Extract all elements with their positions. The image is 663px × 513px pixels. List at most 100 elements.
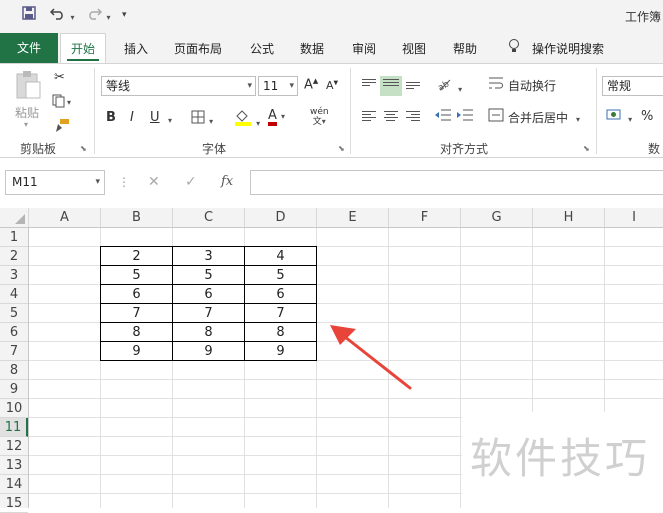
cell-c5[interactable]: 7	[172, 303, 245, 323]
customize-arrow-icon[interactable]: ▾	[122, 10, 127, 20]
cell-d2[interactable]: 4	[244, 246, 317, 266]
row-header[interactable]: 9	[0, 380, 28, 399]
align-right-icon[interactable]	[406, 111, 420, 123]
row-header[interactable]: 3	[0, 266, 28, 285]
alignment-launcher-icon[interactable]: ⬊	[583, 144, 590, 153]
font-color-icon[interactable]: A ▾	[268, 108, 285, 126]
number-format-combo[interactable]: 常规	[602, 76, 663, 96]
cell-b3[interactable]: 5	[100, 265, 173, 285]
redo-icon[interactable]: ▾	[86, 6, 110, 24]
merge-center-icon[interactable]	[488, 108, 504, 126]
wrap-text-button[interactable]: 自动换行	[508, 77, 556, 94]
increase-font-icon[interactable]: A▲	[304, 77, 318, 92]
column-header-g[interactable]: G	[461, 208, 533, 227]
italic-button[interactable]: I	[130, 110, 134, 125]
name-box[interactable]: M11 ▾	[5, 170, 105, 195]
format-painter-icon[interactable]	[54, 118, 70, 136]
align-center-icon[interactable]	[384, 111, 398, 123]
cell-b6[interactable]: 8	[100, 322, 173, 342]
column-header-b[interactable]: B	[101, 208, 173, 227]
phonetic-guide-icon[interactable]: wén 文▾	[310, 108, 329, 127]
paste-button[interactable]: 粘贴	[15, 104, 39, 121]
column-header-f[interactable]: F	[389, 208, 461, 227]
underline-button[interactable]: U	[150, 110, 160, 125]
column-header-c[interactable]: C	[173, 208, 245, 227]
row-header[interactable]: 14	[0, 475, 28, 494]
merge-dropdown-icon[interactable]: ▾	[576, 111, 580, 126]
tell-me-search[interactable]: 操作说明搜索	[532, 40, 604, 57]
cell-c4[interactable]: 6	[172, 284, 245, 304]
row-header[interactable]: 15	[0, 494, 28, 513]
cell-d4[interactable]: 6	[244, 284, 317, 304]
undo-icon[interactable]: ▾	[49, 6, 74, 24]
decrease-indent-icon[interactable]	[434, 108, 452, 126]
tab-home[interactable]: 开始	[60, 33, 106, 63]
align-left-icon[interactable]	[362, 111, 376, 123]
row-header[interactable]: 1	[0, 228, 28, 247]
paste-icon[interactable]	[14, 70, 42, 104]
row-header[interactable]: 7	[0, 342, 28, 361]
underline-dropdown-icon[interactable]: ▾	[168, 112, 172, 127]
align-middle-icon[interactable]	[380, 76, 402, 96]
row-header[interactable]: 6	[0, 323, 28, 342]
row-header[interactable]: 2	[0, 247, 28, 266]
cell-b5[interactable]: 7	[100, 303, 173, 323]
row-header[interactable]: 13	[0, 456, 28, 475]
tab-formulas[interactable]: 公式	[250, 40, 274, 57]
row-header[interactable]: 4	[0, 285, 28, 304]
cell-c2[interactable]: 3	[172, 246, 245, 266]
select-all-corner[interactable]	[0, 208, 29, 227]
percent-button[interactable]: %	[641, 109, 653, 124]
cell-d5[interactable]: 7	[244, 303, 317, 323]
fill-color-icon[interactable]: ▾	[234, 108, 260, 130]
cell-b7[interactable]: 9	[100, 341, 173, 361]
column-header-i[interactable]: I	[605, 208, 663, 227]
cell-d7[interactable]: 9	[244, 341, 317, 361]
paste-dropdown-icon[interactable]: ▾	[24, 120, 28, 129]
row-header-active[interactable]: 11	[0, 418, 28, 437]
column-header-h[interactable]: H	[533, 208, 605, 227]
enter-icon[interactable]: ✓	[185, 174, 197, 190]
tab-insert[interactable]: 插入	[124, 40, 148, 57]
font-name-combo[interactable]: 等线 ▾	[101, 76, 256, 96]
cell-b4[interactable]: 6	[100, 284, 173, 304]
accounting-format-icon[interactable]: ▾	[606, 108, 632, 126]
increase-indent-icon[interactable]	[456, 108, 474, 126]
row-header[interactable]: 8	[0, 361, 28, 380]
borders-icon[interactable]: ▾	[191, 110, 213, 128]
cell-b2[interactable]: 2	[100, 246, 173, 266]
align-bottom-icon[interactable]	[406, 82, 420, 94]
tab-data[interactable]: 数据	[300, 40, 324, 57]
tab-review[interactable]: 审阅	[352, 40, 376, 57]
row-header[interactable]: 12	[0, 437, 28, 456]
merge-center-button[interactable]: 合并后居中	[508, 109, 568, 126]
cell-c3[interactable]: 5	[172, 265, 245, 285]
formula-input[interactable]	[250, 170, 663, 195]
column-header-a[interactable]: A	[29, 208, 101, 227]
tab-view[interactable]: 视图	[402, 40, 426, 57]
clipboard-launcher-icon[interactable]: ⬊	[80, 144, 87, 153]
cell-c7[interactable]: 9	[172, 341, 245, 361]
bold-button[interactable]: B	[106, 110, 116, 125]
cell-d6[interactable]: 8	[244, 322, 317, 342]
wrap-text-icon[interactable]	[488, 76, 504, 94]
insert-function-button[interactable]: fx	[221, 174, 233, 189]
cut-icon[interactable]: ✂	[54, 70, 65, 85]
save-icon[interactable]	[22, 6, 36, 24]
align-top-icon[interactable]	[362, 79, 376, 91]
cell-c6[interactable]: 8	[172, 322, 245, 342]
column-header-d[interactable]: D	[245, 208, 317, 227]
row-header[interactable]: 10	[0, 399, 28, 418]
column-header-e[interactable]: E	[317, 208, 389, 227]
decrease-font-icon[interactable]: A▼	[326, 79, 338, 92]
cell-d3[interactable]: 5	[244, 265, 317, 285]
cancel-icon[interactable]: ✕	[148, 174, 160, 190]
chevron-down-icon[interactable]: ▾	[95, 171, 100, 194]
copy-icon[interactable]: ▾	[52, 94, 74, 112]
tab-help[interactable]: 帮助	[453, 40, 477, 57]
tab-page-layout[interactable]: 页面布局	[174, 40, 222, 57]
row-header[interactable]: 5	[0, 304, 28, 323]
font-size-combo[interactable]: 11 ▾	[258, 76, 298, 96]
tab-file[interactable]: 文件	[0, 33, 58, 63]
font-launcher-icon[interactable]: ⬊	[338, 144, 345, 153]
